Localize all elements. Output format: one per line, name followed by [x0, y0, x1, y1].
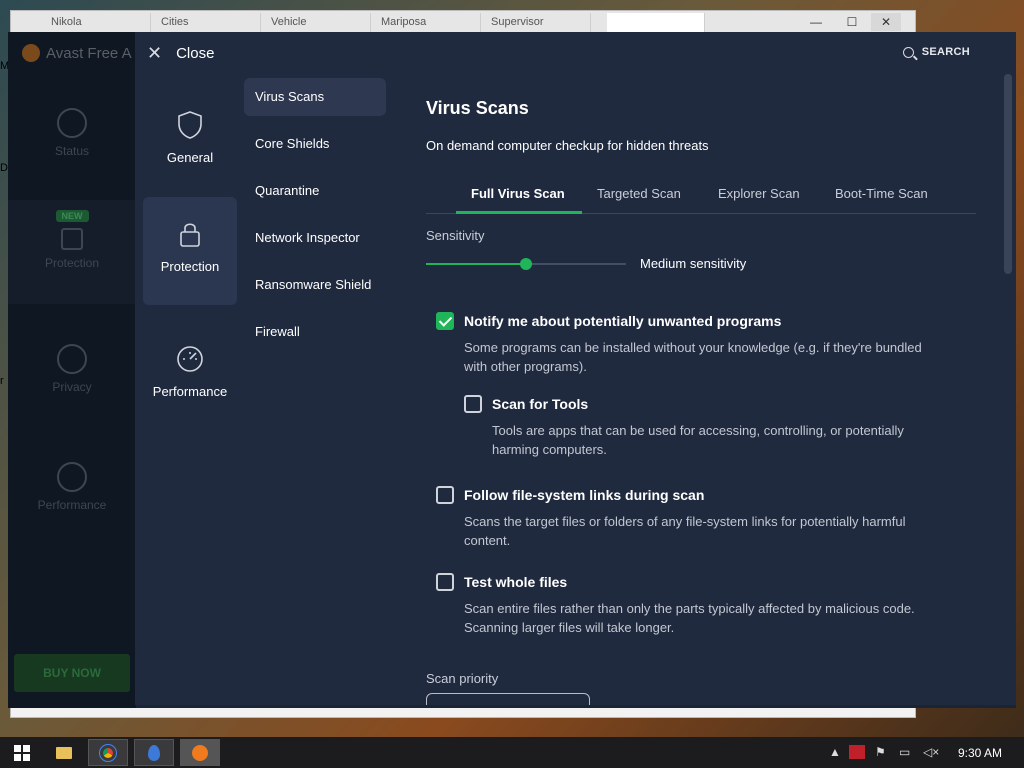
- subnav-network-inspector[interactable]: Network Inspector: [244, 219, 386, 257]
- close-icon: ✕: [147, 42, 163, 63]
- avast-icon: [192, 744, 208, 761]
- shield-icon: [178, 111, 202, 139]
- maximize-button[interactable]: ☐: [837, 13, 867, 31]
- settings-panel: ✕ Close SEARCH General Protection Perfor…: [135, 32, 1016, 705]
- settings-content: Virus Scans On demand computer checkup f…: [426, 32, 986, 705]
- nav-status[interactable]: Status: [8, 108, 136, 158]
- lock-icon: [61, 228, 83, 250]
- checkmark-icon: [57, 108, 87, 138]
- scan-for-tools-checkbox[interactable]: [464, 395, 482, 413]
- nav-performance[interactable]: Performance: [8, 462, 136, 512]
- close-window-button[interactable]: ✕: [871, 13, 901, 31]
- droplet-icon: [148, 744, 160, 761]
- close-settings-button[interactable]: ✕ Close: [147, 42, 214, 64]
- close-label: Close: [176, 44, 215, 62]
- page-subtitle: On demand computer checkup for hidden th…: [426, 138, 709, 153]
- browser-tabstrip: Nikola Cities Vehicle Mariposa Superviso…: [11, 11, 915, 33]
- browser-tab-active[interactable]: [607, 13, 705, 33]
- category-performance[interactable]: Performance: [143, 322, 237, 412]
- nav-protection[interactable]: NEW Protection: [8, 200, 136, 304]
- test-whole-files-checkbox[interactable]: [436, 573, 454, 591]
- folder-icon: [56, 746, 72, 759]
- subnav-virus-scans[interactable]: Virus Scans: [244, 78, 386, 116]
- browser-tab[interactable]: Cities: [151, 13, 261, 33]
- start-button[interactable]: [2, 739, 42, 766]
- option-description: Scan entire files rather than only the p…: [464, 601, 915, 635]
- browser-tab[interactable]: Supervisor: [481, 13, 591, 33]
- scan-priority-select[interactable]: [426, 693, 590, 705]
- follow-links-checkbox[interactable]: [436, 486, 454, 504]
- category-general[interactable]: General: [143, 88, 237, 178]
- option-description: Scans the target files or folders of any…: [464, 514, 906, 548]
- speedometer-icon: [57, 462, 87, 492]
- flag-icon[interactable]: ⚑: [875, 745, 886, 759]
- settings-scrollbar[interactable]: [1004, 74, 1012, 274]
- taskbar-clock[interactable]: 9:30 AM: [958, 746, 1002, 760]
- volume-muted-icon[interactable]: ◁×: [923, 745, 939, 759]
- tab-full-virus-scan[interactable]: Full Virus Scan: [471, 186, 565, 201]
- notify-pup-checkbox[interactable]: [436, 312, 454, 330]
- subnav-firewall[interactable]: Firewall: [244, 313, 386, 351]
- slider-fill: [426, 263, 526, 265]
- category-label: Protection: [160, 259, 220, 274]
- new-badge: NEW: [55, 210, 89, 222]
- taskbar: ▲ ⚑ ▭ ◁× 9:30 AM: [0, 737, 1024, 768]
- subnav-quarantine[interactable]: Quarantine: [244, 172, 386, 210]
- browser-tab[interactable]: Mariposa: [371, 13, 481, 33]
- option-title: Scan for Tools: [492, 396, 589, 412]
- avast-tray-icon[interactable]: [849, 745, 865, 762]
- app-title: Avast Free A: [22, 44, 132, 62]
- minimize-button[interactable]: —: [801, 13, 831, 31]
- chrome-taskbar-button[interactable]: [88, 739, 128, 766]
- option-title: Test whole files: [464, 574, 568, 590]
- browser-tab[interactable]: Nikola: [41, 13, 151, 33]
- tab-boot-time-scan[interactable]: Boot-Time Scan: [835, 186, 928, 201]
- scan-tabs: Full Virus Scan Targeted Scan Explorer S…: [426, 178, 976, 214]
- avast-taskbar-button[interactable]: [180, 739, 220, 766]
- avast-sidebar: Avast Free A Status NEW Protection Priva…: [8, 32, 136, 708]
- category-protection[interactable]: Protection: [143, 197, 237, 305]
- avast-logo-icon: [22, 44, 40, 62]
- speedometer-icon: [177, 346, 203, 372]
- category-label: Performance: [152, 384, 228, 399]
- category-label: General: [166, 150, 214, 165]
- option-description: Some programs can be installed without y…: [464, 340, 922, 374]
- fingerprint-icon: [57, 344, 87, 374]
- chrome-icon: [99, 743, 117, 762]
- tab-explorer-scan[interactable]: Explorer Scan: [718, 186, 800, 201]
- browser-tab[interactable]: Vehicle: [261, 13, 371, 33]
- sensitivity-label: Sensitivity: [426, 228, 485, 243]
- file-explorer-taskbar-button[interactable]: [44, 739, 84, 766]
- option-title: Notify me about potentially unwanted pro…: [464, 313, 782, 329]
- sensitivity-value: Medium sensitivity: [640, 256, 747, 271]
- scan-priority-label: Scan priority: [426, 671, 499, 686]
- edge-mark: D: [0, 162, 8, 174]
- sensitivity-slider[interactable]: [426, 258, 626, 270]
- edge-mark: r: [0, 375, 4, 387]
- tab-targeted-scan[interactable]: Targeted Scan: [597, 186, 681, 201]
- subnav-core-shields[interactable]: Core Shields: [244, 125, 386, 163]
- subnav-ransomware-shield[interactable]: Ransomware Shield: [244, 266, 386, 304]
- option-description: Tools are apps that can be used for acce…: [492, 423, 904, 457]
- nav-privacy[interactable]: Privacy: [8, 344, 136, 394]
- show-hidden-icons-button[interactable]: ▲: [829, 745, 841, 759]
- network-icon[interactable]: ▭: [899, 745, 910, 759]
- active-tab-indicator: [456, 211, 582, 214]
- page-title: Virus Scans: [426, 98, 529, 118]
- desktop-edge: M D r: [0, 30, 9, 630]
- buy-now-button[interactable]: BUY NOW: [14, 654, 130, 692]
- option-title: Follow file-system links during scan: [464, 487, 705, 503]
- lock-icon: [180, 223, 200, 247]
- slider-handle[interactable]: [520, 258, 532, 270]
- app-taskbar-button[interactable]: [134, 739, 174, 766]
- windows-icon: [14, 744, 30, 761]
